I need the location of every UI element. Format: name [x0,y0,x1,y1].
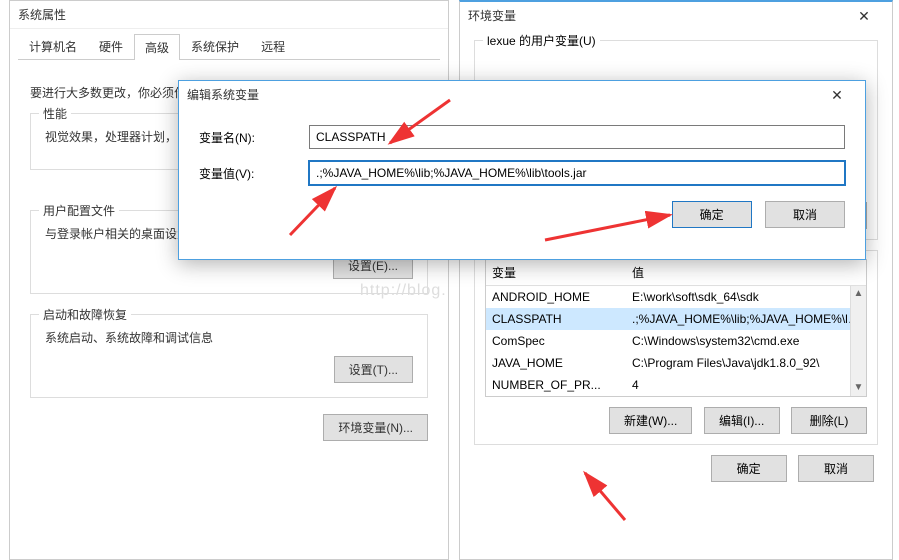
user-section-title: lexue 的用户变量(U) [483,32,600,49]
startup-desc: 系统启动、系统故障和调试信息 [45,329,413,346]
cancel-button[interactable]: 取消 [765,201,845,228]
sys-new-button[interactable]: 新建(W)... [609,407,692,434]
tab-hardware[interactable]: 硬件 [88,33,134,59]
table-header: 变量 值 [486,260,866,286]
header-variable[interactable]: 变量 [486,260,626,285]
scrollbar[interactable]: ▲ ▼ [850,286,866,396]
envvar-titlebar: 环境变量 ✕ [460,2,892,30]
sysprop-tabs: 计算机名 硬件 高级 系统保护 远程 [18,33,440,60]
tab-computer-name[interactable]: 计算机名 [18,33,88,59]
table-row[interactable]: CLASSPATH .;%JAVA_HOME%\lib;%JAVA_HOME%\… [486,308,866,330]
system-variables-section: 系统变量(S) 变量 值 ANDROID_HOME E:\work\soft\s… [474,250,878,445]
edit-system-variable-dialog: 编辑系统变量 ✕ 变量名(N): 变量值(V): 确定 取消 [178,80,866,260]
scroll-up-icon[interactable]: ▲ [851,286,866,302]
user-profile-title: 用户配置文件 [39,202,119,219]
variable-name-input[interactable] [309,125,845,149]
dialog-buttons: 确定 取消 [179,191,865,238]
variable-value-input[interactable] [309,161,845,185]
sysprop-title: 系统属性 [18,1,66,29]
performance-title: 性能 [39,105,71,122]
startup-title: 启动和故障恢复 [39,306,131,323]
envvar-ok-button[interactable]: 确定 [711,455,787,482]
editdlg-titlebar: 编辑系统变量 ✕ [179,81,865,109]
variable-value-label: 变量值(V): [199,165,309,182]
table-scroll: ANDROID_HOME E:\work\soft\sdk_64\sdk CLA… [486,286,866,396]
sys-edit-button[interactable]: 编辑(I)... [704,407,780,434]
editdlg-title: 编辑系统变量 [187,81,259,109]
scroll-down-icon[interactable]: ▼ [851,380,866,396]
sys-delete-button[interactable]: 删除(L) [791,407,867,434]
tab-advanced[interactable]: 高级 [134,34,180,60]
ok-button[interactable]: 确定 [672,201,752,228]
header-value[interactable]: 值 [626,260,866,285]
variable-value-row: 变量值(V): [179,155,865,191]
variable-name-label: 变量名(N): [199,129,309,146]
close-icon[interactable]: ✕ [817,81,857,109]
table-row[interactable]: NUMBER_OF_PR... 4 [486,374,866,396]
startup-group: 启动和故障恢复 系统启动、系统故障和调试信息 设置(T)... [30,314,428,398]
sysprop-titlebar: 系统属性 [10,1,448,29]
environment-variables-button[interactable]: 环境变量(N)... [323,414,428,441]
tab-system-protection[interactable]: 系统保护 [180,33,250,59]
watermark: http://blog. [360,282,447,300]
table-row[interactable]: ComSpec C:\Windows\system32\cmd.exe [486,330,866,352]
tab-remote[interactable]: 远程 [250,33,296,59]
close-icon[interactable]: ✕ [844,2,884,30]
sys-vars-table: 变量 值 ANDROID_HOME E:\work\soft\sdk_64\sd… [485,259,867,397]
table-row[interactable]: ANDROID_HOME E:\work\soft\sdk_64\sdk [486,286,866,308]
startup-settings-button[interactable]: 设置(T)... [334,356,413,383]
envvar-cancel-button[interactable]: 取消 [798,455,874,482]
table-row[interactable]: JAVA_HOME C:\Program Files\Java\jdk1.8.0… [486,352,866,374]
envvar-title: 环境变量 [468,2,516,30]
variable-name-row: 变量名(N): [179,119,865,155]
